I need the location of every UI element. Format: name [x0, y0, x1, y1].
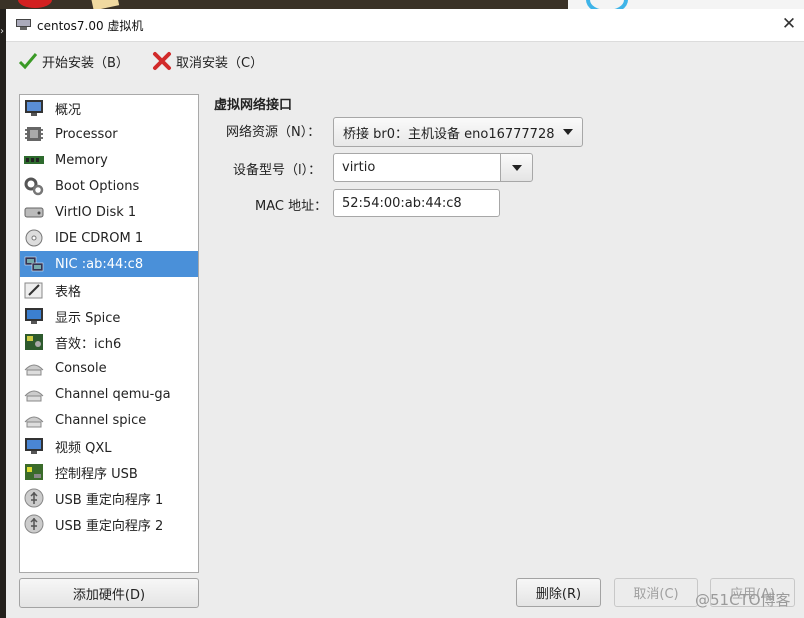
hardware-item[interactable]: 概况 — [20, 95, 198, 121]
hardware-item-label: USB 重定向程序 1 — [55, 492, 164, 508]
desktop-left-edge: › — [0, 9, 6, 618]
usb-icon — [24, 514, 44, 534]
hardware-item-label: Processor — [55, 126, 118, 142]
hardware-item-label: Memory — [55, 152, 108, 168]
hardware-item[interactable]: Processor — [20, 121, 198, 147]
device-model-label: 设备型号（l）： — [233, 163, 322, 178]
hardware-item-label: USB 重定向程序 2 — [55, 518, 164, 534]
device-model-dropdown-button[interactable] — [500, 153, 533, 182]
device-model-input[interactable]: virtio — [333, 153, 501, 182]
hardware-item-label: Channel spice — [55, 412, 147, 428]
window-titlebar[interactable]: centos7.00 虚拟机 ✕ — [6, 9, 804, 42]
hardware-item[interactable]: 控制程序 USB — [20, 459, 198, 485]
section-title: 虚拟网络接口 — [214, 98, 293, 113]
desktop-app-icon — [18, 0, 52, 8]
memory-stick-icon — [24, 156, 44, 164]
cpu-chip-icon — [25, 127, 43, 141]
network-card-icon — [24, 256, 44, 272]
tablet-pen-icon — [24, 282, 43, 299]
begin-installation-label: 开始安装（B） — [42, 55, 129, 71]
begin-installation-button[interactable]: 开始安装（B） — [18, 50, 129, 72]
controller-card-icon — [25, 464, 43, 480]
cancel-installation-button[interactable]: 取消安装（C） — [152, 50, 263, 72]
hardware-item[interactable]: Channel qemu-ga — [20, 381, 198, 407]
hardware-item[interactable]: Memory — [20, 147, 198, 173]
hardware-item[interactable]: USB 重定向程序 2 — [20, 511, 198, 537]
usb-icon — [24, 488, 44, 508]
gears-icon — [24, 177, 44, 196]
mac-address-label: MAC 地址： — [255, 199, 328, 214]
hardware-item[interactable]: Console — [20, 355, 198, 381]
hardware-item-label: IDE CDROM 1 — [55, 230, 144, 246]
virt-manager-icon — [16, 19, 31, 30]
window-title: centos7.00 虚拟机 — [37, 19, 144, 33]
remove-button[interactable]: 删除(R) — [516, 578, 601, 607]
hardware-item[interactable]: USB 重定向程序 1 — [20, 485, 198, 511]
hardware-item-label: Console — [55, 360, 107, 376]
cancel-button[interactable]: 取消(C) — [614, 578, 698, 607]
sound-card-icon — [25, 334, 43, 350]
hardware-item[interactable]: 表格 — [20, 277, 198, 303]
network-source-value: 桥接 br0：主机设备 eno16777728 — [343, 126, 555, 142]
hardware-item-label: 视频 QXL — [55, 440, 112, 456]
hardware-item[interactable]: VirtIO Disk 1 — [20, 199, 198, 225]
hardware-item-label: NIC :ab:44:c8 — [55, 256, 144, 272]
hardware-item-label: 表格 — [55, 284, 82, 300]
serial-port-icon — [24, 390, 44, 402]
hard-disk-icon — [24, 207, 44, 218]
chevron-down-icon — [512, 165, 522, 171]
hardware-item[interactable]: 视频 QXL — [20, 433, 198, 459]
hardware-item-label: Channel qemu-ga — [55, 386, 171, 402]
red-x-icon — [153, 52, 171, 70]
hardware-item-label: 控制程序 USB — [55, 466, 138, 482]
add-hardware-button[interactable]: 添加硬件(D) — [19, 578, 199, 608]
checkmark-icon — [18, 53, 38, 70]
hardware-item-label: 概况 — [55, 102, 82, 118]
hardware-item[interactable]: 显示 Spice — [20, 303, 198, 329]
chevron-down-icon — [563, 129, 573, 135]
cdrom-icon — [25, 229, 43, 247]
network-source-dropdown[interactable]: 桥接 br0：主机设备 eno16777728 — [333, 117, 583, 147]
hardware-item-label: 显示 Spice — [55, 310, 121, 326]
serial-port-icon — [24, 416, 44, 428]
cancel-installation-label: 取消安装（C） — [176, 55, 264, 71]
hardware-item[interactable]: 音效：ich6 — [20, 329, 198, 355]
hardware-item[interactable]: Boot Options — [20, 173, 198, 199]
video-monitor-icon — [25, 438, 43, 454]
watermark: @51CTO博客 — [695, 591, 791, 609]
hardware-list[interactable]: 概况 Processor Memory Boot Options VirtIO Disk… — [19, 94, 199, 573]
mac-address-field[interactable]: 52:54:00:ab:44:c8 — [333, 189, 500, 217]
hardware-item[interactable]: Channel spice — [20, 407, 198, 433]
monitor-icon — [25, 100, 43, 116]
desktop-background-strip — [0, 0, 804, 14]
display-monitor-icon — [25, 308, 43, 324]
network-source-label: 网络资源（N）： — [226, 125, 321, 140]
hardware-item-label: 音效：ich6 — [55, 336, 122, 352]
close-icon[interactable]: ✕ — [778, 12, 800, 36]
hardware-item[interactable]: IDE CDROM 1 — [20, 225, 198, 251]
hardware-item[interactable]: NIC :ab:44:c8 — [20, 251, 198, 277]
hardware-item-label: Boot Options — [55, 178, 140, 194]
serial-port-icon — [24, 364, 44, 376]
toolbar: 开始安装（B） 取消安装（C） — [6, 42, 804, 80]
hardware-item-label: VirtIO Disk 1 — [55, 204, 137, 220]
